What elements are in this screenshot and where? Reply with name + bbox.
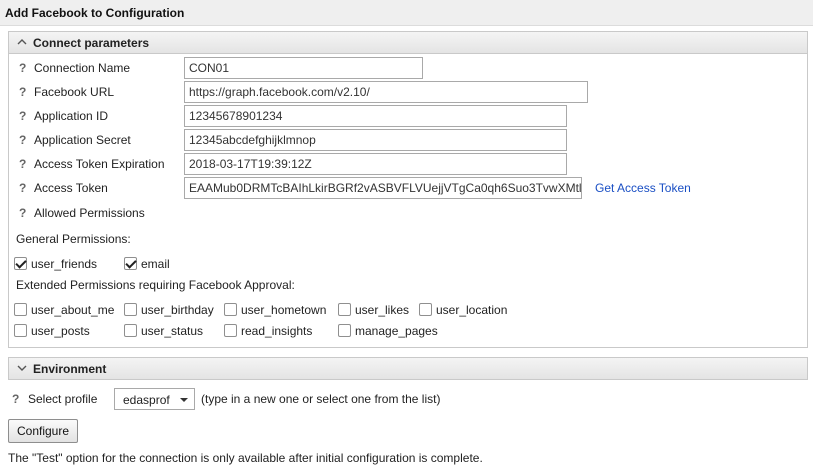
checkbox-user-likes[interactable]: user_likes — [338, 302, 418, 318]
facebook-url-input[interactable]: https://graph.facebook.com/v2.10/ — [184, 81, 588, 103]
connect-parameters-header[interactable]: Connect parameters — [9, 32, 807, 54]
checkbox-user-birthday[interactable]: user_birthday — [124, 302, 219, 318]
connect-parameters-title: Connect parameters — [33, 36, 150, 50]
connection-name-input[interactable]: CON01 — [184, 57, 423, 79]
access-token-expiration-label: Access Token Expiration — [34, 157, 165, 171]
application-secret-input[interactable]: 12345abcdefghijklmnop — [184, 129, 567, 151]
field-row-connection-name: ? Connection Name CON01 — [9, 57, 807, 79]
test-option-note: The "Test" option for the connection is … — [8, 451, 483, 465]
profile-hint: (type in a new one or select one from th… — [201, 392, 441, 406]
checkbox-box[interactable] — [14, 324, 27, 337]
checkbox-label: user_hometown — [241, 303, 327, 317]
access-token-input[interactable]: EAAMub0DRMTcBAIhLkirBGRf2vASBVFLVUejjVTg… — [184, 177, 582, 199]
help-icon[interactable]: ? — [12, 392, 19, 406]
checkbox-box[interactable] — [124, 303, 137, 316]
checkbox-user-hometown[interactable]: user_hometown — [224, 302, 334, 318]
checkbox-label: user_likes — [355, 303, 410, 317]
checkbox-box[interactable] — [338, 303, 351, 316]
application-secret-label: Application Secret — [34, 133, 131, 147]
field-row-access-token: ? Access Token EAAMub0DRMTcBAIhLkirBGRf2… — [9, 177, 807, 199]
general-permissions-label: General Permissions: — [16, 232, 131, 246]
checkbox-box[interactable] — [14, 303, 27, 316]
checkbox-box[interactable] — [124, 324, 137, 337]
checkbox-label: email — [141, 257, 170, 271]
help-icon[interactable]: ? — [19, 85, 26, 99]
chevron-up-icon — [17, 39, 27, 45]
checkbox-label: user_about_me — [31, 303, 115, 317]
checkbox-user-friends[interactable]: user_friends — [14, 256, 114, 272]
checkbox-label: user_location — [436, 303, 508, 317]
help-icon[interactable]: ? — [19, 61, 26, 75]
field-row-facebook-url: ? Facebook URL https://graph.facebook.co… — [9, 81, 807, 103]
field-row-allowed-permissions: ? Allowed Permissions — [9, 202, 807, 224]
chevron-down-icon — [17, 365, 27, 371]
checkbox-user-about-me[interactable]: user_about_me — [14, 302, 124, 318]
application-id-label: Application ID — [34, 109, 109, 123]
get-access-token-link[interactable]: Get Access Token — [595, 181, 691, 195]
help-icon[interactable]: ? — [19, 181, 26, 195]
checkbox-manage-pages[interactable]: manage_pages — [338, 323, 448, 339]
checkbox-label: read_insights — [241, 324, 313, 338]
environment-title: Environment — [33, 362, 107, 376]
checkbox-user-status[interactable]: user_status — [124, 323, 219, 339]
profile-select-value: edasprof — [123, 393, 170, 407]
configure-button[interactable]: Configure — [8, 419, 78, 443]
help-icon[interactable]: ? — [19, 157, 26, 171]
checkbox-label: user_status — [141, 324, 204, 338]
profile-select[interactable]: edasprof — [114, 388, 195, 410]
connect-parameters-panel: Connect parameters ? Connection Name CON… — [8, 31, 808, 348]
access-token-expiration-input[interactable]: 2018-03-17T19:39:12Z — [184, 153, 567, 175]
checkbox-label: user_friends — [31, 257, 98, 271]
checkbox-box[interactable] — [124, 257, 137, 270]
page-title: Add Facebook to Configuration — [5, 6, 185, 20]
select-profile-label: Select profile — [28, 392, 98, 406]
checkbox-box[interactable] — [338, 324, 351, 337]
environment-panel: Environment — [8, 357, 808, 380]
help-icon[interactable]: ? — [19, 109, 26, 123]
environment-header[interactable]: Environment — [9, 358, 807, 379]
checkbox-label: user_posts — [31, 324, 90, 338]
checkbox-box[interactable] — [224, 324, 237, 337]
allowed-permissions-label: Allowed Permissions — [34, 206, 145, 220]
field-row-token-expiration: ? Access Token Expiration 2018-03-17T19:… — [9, 153, 807, 175]
extended-permissions-label: Extended Permissions requiring Facebook … — [16, 278, 295, 292]
checkbox-user-posts[interactable]: user_posts — [14, 323, 109, 339]
field-row-application-secret: ? Application Secret 12345abcdefghijklmn… — [9, 129, 807, 151]
profile-row: ? Select profile edasprof (type in a new… — [0, 388, 813, 412]
checkbox-box[interactable] — [419, 303, 432, 316]
checkbox-email[interactable]: email — [124, 256, 194, 272]
facebook-url-label: Facebook URL — [34, 85, 115, 99]
checkbox-user-location[interactable]: user_location — [419, 302, 519, 318]
field-row-application-id: ? Application ID 12345678901234 — [9, 105, 807, 127]
checkbox-box[interactable] — [14, 257, 27, 270]
connection-name-label: Connection Name — [34, 61, 131, 75]
help-icon[interactable]: ? — [19, 133, 26, 147]
checkbox-box[interactable] — [224, 303, 237, 316]
access-token-label: Access Token — [34, 181, 108, 195]
caret-down-icon — [180, 398, 188, 402]
application-id-input[interactable]: 12345678901234 — [184, 105, 567, 127]
checkbox-read-insights[interactable]: read_insights — [224, 323, 329, 339]
checkbox-label: user_birthday — [141, 303, 214, 317]
checkbox-label: manage_pages — [355, 324, 438, 338]
help-icon[interactable]: ? — [19, 206, 26, 220]
page-title-bar: Add Facebook to Configuration — [0, 0, 813, 26]
